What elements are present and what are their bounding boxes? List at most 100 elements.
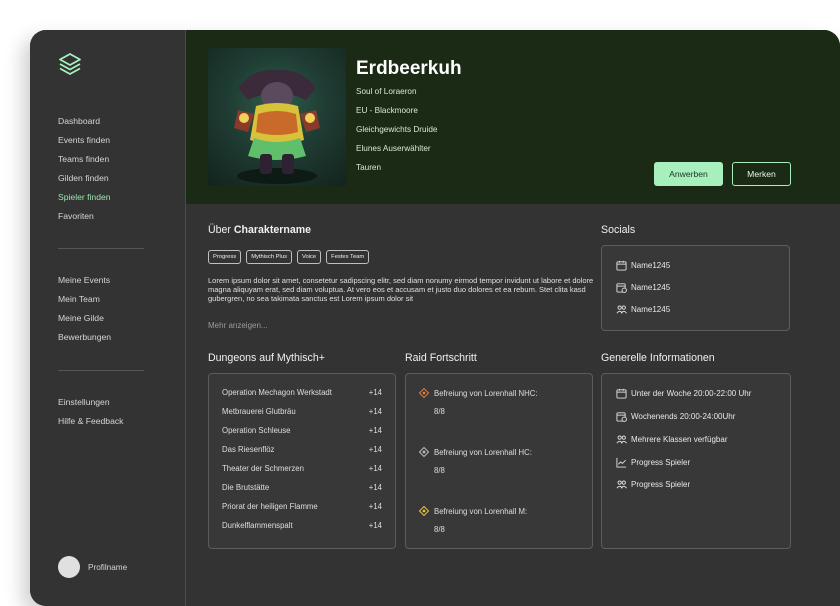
- nav-settings: Einstellungen Hilfe & Feedback: [58, 393, 123, 431]
- character-spec: Gleichgewichts Druide: [356, 125, 438, 134]
- social-name: Name1245: [631, 261, 671, 270]
- nav-main: Dashboard Events finden Teams finden Gil…: [58, 112, 111, 226]
- tag-voice: Voice: [296, 250, 322, 264]
- social-row[interactable]: Name1245: [616, 282, 670, 293]
- tag-progress: Progress: [208, 250, 242, 264]
- info-text: Unter der Woche 20:00-22:00 Uhr: [631, 389, 752, 398]
- nav-item-meine-events[interactable]: Meine Events: [58, 271, 111, 290]
- dungeon-level: +14: [368, 426, 382, 435]
- dungeon-row: Priorat der heiligen Flamme +14: [222, 502, 382, 511]
- group-icon: [616, 305, 627, 314]
- mehr-anzeigen-link[interactable]: Mehr anzeigen...: [208, 321, 268, 330]
- info-card: Unter der Woche 20:00-22:00 Uhr Wochenen…: [601, 373, 791, 549]
- nav-item-favoriten[interactable]: Favoriten: [58, 207, 111, 226]
- character-figure: [234, 69, 320, 184]
- dungeon-name: Theater der Schmerzen: [222, 464, 304, 473]
- nav-divider: [58, 248, 144, 249]
- character-portrait: [208, 48, 346, 186]
- dungeons-card: Operation Mechagon Werkstadt +14 Metbraue…: [208, 373, 396, 549]
- nav-item-hilfe-feedback[interactable]: Hilfe & Feedback: [58, 412, 123, 431]
- nav-item-events-finden[interactable]: Events finden: [58, 131, 111, 150]
- merken-button[interactable]: Merken: [732, 162, 791, 186]
- anwerben-button[interactable]: Anwerben: [654, 162, 723, 186]
- character-realm: EU - Blackmoore: [356, 106, 418, 115]
- dungeon-level: +14: [368, 483, 382, 492]
- raid-difficulty-icon: [419, 388, 429, 398]
- info-row: Wochenends 20:00-24:00Uhr: [616, 411, 735, 422]
- sidebar: Dashboard Events finden Teams finden Gil…: [30, 30, 186, 606]
- calendar-clock-icon: [616, 283, 627, 293]
- socials-title: Socials: [601, 224, 636, 236]
- social-name: Name1245: [631, 283, 671, 292]
- info-text: Progress Spieler: [631, 480, 691, 489]
- dungeon-level: +14: [368, 407, 382, 416]
- raid-title: Raid Fortschritt: [405, 352, 477, 364]
- raid-difficulty-icon: [419, 506, 429, 516]
- calendar-icon: [616, 388, 627, 399]
- socials-card: Name1245 Name1245 Name1245: [601, 245, 790, 331]
- info-row: Unter der Woche 20:00-22:00 Uhr: [616, 388, 751, 399]
- profile-name[interactable]: Profilname: [88, 563, 127, 572]
- dungeon-level: +14: [368, 464, 382, 473]
- nav-item-spieler-finden[interactable]: Spieler finden: [58, 188, 111, 207]
- nav-item-meine-gilde[interactable]: Meine Gilde: [58, 309, 111, 328]
- raid-progress: 8/8: [434, 466, 445, 475]
- tag-list: Progress Mythisch Plus Voice Festes Team: [208, 250, 370, 264]
- avatar[interactable]: [58, 556, 80, 578]
- character-title: Elunes Auserwählter: [356, 144, 431, 153]
- dungeon-name: Operation Schleuse: [222, 426, 291, 435]
- nav-item-gilden-finden[interactable]: Gilden finden: [58, 169, 111, 188]
- dungeon-level: +14: [368, 445, 382, 454]
- tag-mythisch-plus: Mythisch Plus: [246, 250, 292, 264]
- character-race: Tauren: [356, 163, 382, 172]
- layers-logo-icon[interactable]: [58, 52, 82, 76]
- dungeon-level: +14: [368, 502, 382, 511]
- raid-name: Befreiung von Lorenhall HC:: [434, 447, 532, 457]
- raid-name: Befreiung von Lorenhall NHC:: [434, 388, 538, 398]
- raid-progress: 8/8: [434, 525, 445, 534]
- calendar-icon: [616, 260, 627, 271]
- dungeon-row: Theater der Schmerzen +14: [222, 464, 382, 473]
- nav-item-dashboard[interactable]: Dashboard: [58, 112, 111, 131]
- social-row[interactable]: Name1245: [616, 260, 670, 271]
- about-title-prefix: Über: [208, 224, 234, 236]
- dungeon-level: +14: [368, 521, 382, 530]
- info-text: Wochenends 20:00-24:00Uhr: [631, 412, 736, 421]
- group-icon: [616, 435, 627, 444]
- dungeon-name: Priorat der heiligen Flamme: [222, 502, 318, 511]
- dungeon-row: Das Riesenflöz +14: [222, 445, 382, 454]
- calendar-clock-icon: [616, 412, 627, 422]
- nav-item-bewerbungen[interactable]: Bewerbungen: [58, 328, 111, 347]
- raid-row-name: Befreiung von Lorenhall NHC:: [419, 388, 538, 398]
- nav-personal: Meine Events Mein Team Meine Gilde Bewer…: [58, 271, 111, 347]
- dungeon-name: Dunkelflammenspalt: [222, 521, 293, 530]
- nav-divider: [58, 370, 144, 371]
- info-row: Progress Spieler: [616, 457, 690, 468]
- dungeons-title: Dungeons auf Mythisch+: [208, 352, 325, 364]
- dungeon-name: Operation Mechagon Werkstadt: [222, 388, 332, 397]
- raid-name: Befreiung von Lorenhall M:: [434, 506, 528, 516]
- social-row[interactable]: Name1245: [616, 304, 670, 315]
- nav-item-teams-finden[interactable]: Teams finden: [58, 150, 111, 169]
- dungeon-name: Metbrauerei Glutbräu: [222, 407, 296, 416]
- info-row: Progress Spieler: [616, 479, 690, 490]
- raid-progress: 8/8: [434, 407, 445, 416]
- raid-row-name: Befreiung von Lorenhall M:: [419, 506, 527, 516]
- character-name: Erdbeerkuh: [356, 58, 462, 79]
- about-title: Über Charaktername: [208, 224, 311, 236]
- nav-item-mein-team[interactable]: Mein Team: [58, 290, 111, 309]
- dungeon-name: Das Riesenflöz: [222, 445, 275, 454]
- group-icon: [616, 480, 627, 489]
- info-text: Mehrere Klassen verfügbar: [631, 435, 728, 444]
- info-text: Progress Spieler: [631, 458, 691, 467]
- chart-line-icon: [616, 457, 627, 468]
- character-header: Erdbeerkuh Soul of Loraeron EU - Blackmo…: [186, 30, 840, 204]
- dungeon-row: Dunkelflammenspalt +14: [222, 521, 382, 530]
- nav-item-einstellungen[interactable]: Einstellungen: [58, 393, 123, 412]
- profile[interactable]: Profilname: [58, 556, 127, 578]
- dungeon-name: Die Brutstätte: [222, 483, 270, 492]
- dungeon-level: +14: [368, 388, 382, 397]
- raid-difficulty-icon: [419, 447, 429, 457]
- raid-card: Befreiung von Lorenhall NHC: 8/8 Befreiu…: [405, 373, 593, 549]
- dungeon-row: Operation Mechagon Werkstadt +14: [222, 388, 382, 397]
